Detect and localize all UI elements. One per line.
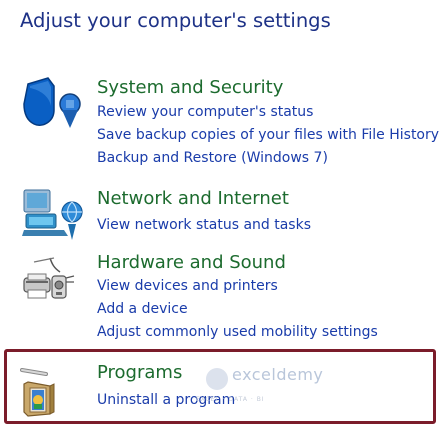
link-review-status[interactable]: Review your computer's status <box>97 104 313 120</box>
printer-icon[interactable] <box>20 256 84 320</box>
category-title-system-security[interactable]: System and Security <box>97 77 283 98</box>
shield-icon[interactable] <box>20 76 84 140</box>
page-title: Adjust your computer's settings <box>20 9 331 32</box>
watermark-logo <box>206 368 228 390</box>
watermark: exceldemy <box>232 365 324 384</box>
category-title-network-internet[interactable]: Network and Internet <box>97 188 289 209</box>
network-globe-icon[interactable] <box>20 184 84 248</box>
link-add-device[interactable]: Add a device <box>97 301 188 317</box>
link-network-status[interactable]: View network status and tasks <box>97 217 311 233</box>
category-title-hardware-sound[interactable]: Hardware and Sound <box>97 252 286 273</box>
programs-icon[interactable] <box>20 364 84 428</box>
link-backup-restore[interactable]: Backup and Restore (Windows 7) <box>97 150 328 166</box>
link-devices-printers[interactable]: View devices and printers <box>97 278 278 294</box>
category-title-programs[interactable]: Programs <box>97 362 182 383</box>
watermark-tagline: EXCEL · DATA · BI <box>196 396 265 403</box>
link-mobility-settings[interactable]: Adjust commonly used mobility settings <box>97 324 378 340</box>
link-file-history[interactable]: Save backup copies of your files with Fi… <box>97 127 439 143</box>
